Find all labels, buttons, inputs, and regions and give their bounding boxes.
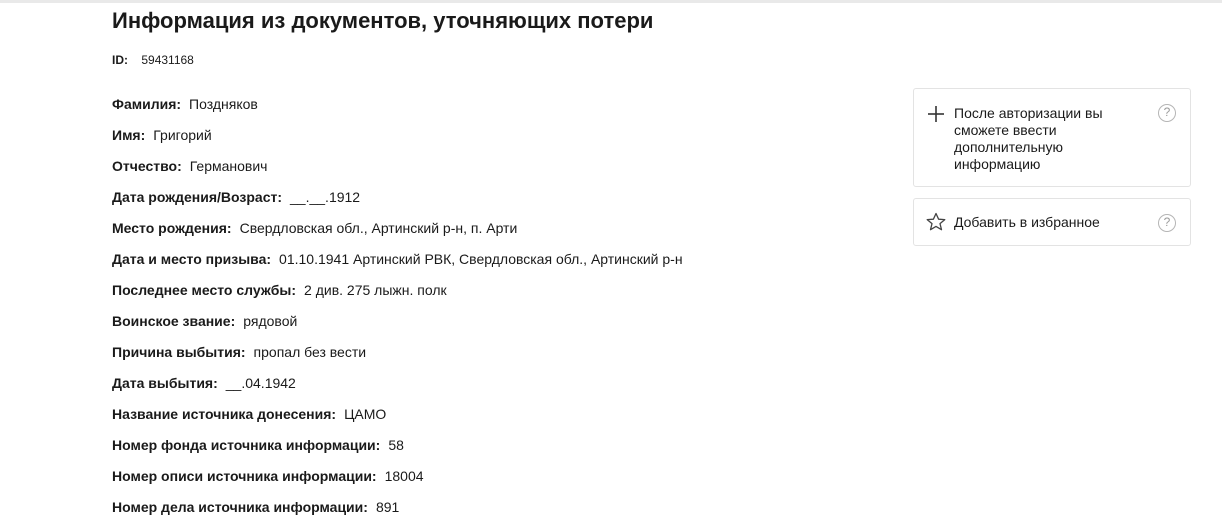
field-value: 2 див. 275 лыжн. полк [304, 282, 447, 298]
field-value: Германович [189, 158, 268, 174]
field-label: Дата рождения/Возраст: [112, 189, 283, 205]
field-value: ЦАМО [344, 406, 387, 422]
field-value: 58 [388, 437, 404, 453]
field-label: Дата и место призыва: [112, 251, 272, 267]
field-surname: Фамилия: Поздняков [112, 93, 683, 124]
field-label: Дата выбытия: [112, 375, 218, 391]
field-rank: Воинское звание: рядовой [112, 310, 683, 341]
field-fund-number: Номер фонда источника информации: 58 [112, 434, 683, 465]
field-value: __.04.1942 [225, 375, 296, 391]
page-title: Информация из документов, уточняющих пот… [112, 8, 654, 33]
field-label: Номер описи источника информации: [112, 468, 377, 484]
field-value: Свердловская обл., Артинский р-н, п. Арт… [239, 220, 518, 236]
field-conscription: Дата и место призыва: 01.10.1941 Артински… [112, 248, 683, 279]
field-value: пропал без вести [253, 344, 367, 360]
question-icon[interactable]: ? [1158, 214, 1176, 232]
field-value: __.__.1912 [290, 189, 361, 205]
field-value: 18004 [384, 468, 424, 484]
field-label: Воинское звание: [112, 313, 236, 329]
field-value: Григорий [153, 127, 212, 143]
record-id: ID: 59431168 [112, 52, 194, 68]
add-to-favorites-label: Добавить в избранное [954, 214, 1100, 230]
field-label: Номер дела источника информации: [112, 499, 368, 515]
record-id-value: 59431168 [141, 53, 194, 67]
field-inventory-number: Номер описи источника информации: 18004 [112, 465, 683, 496]
field-label: Последнее место службы: [112, 282, 297, 298]
add-info-text: После авторизации вы сможете ввести допо… [954, 105, 1103, 172]
record-id-label: ID: [112, 53, 128, 67]
field-patronymic: Отчество: Германович [112, 155, 683, 186]
field-first-name: Имя: Григорий [112, 124, 683, 155]
field-value: Поздняков [189, 96, 258, 112]
field-label: Название источника донесения: [112, 406, 337, 422]
field-label: Причина выбытия: [112, 344, 246, 360]
question-icon[interactable]: ? [1158, 104, 1176, 122]
field-loss-reason: Причина выбытия: пропал без вести [112, 341, 683, 372]
star-icon [926, 212, 946, 232]
field-source-name: Название источника донесения: ЦАМО [112, 403, 683, 434]
field-birth-date: Дата рождения/Возраст: __.__.1912 [112, 186, 683, 217]
field-label: Отчество: [112, 158, 182, 174]
field-label: Место рождения: [112, 220, 232, 236]
field-label: Имя: [112, 127, 146, 143]
field-value: 891 [375, 499, 400, 515]
plus-icon [926, 104, 946, 124]
field-last-service: Последнее место службы: 2 див. 275 лыжн. … [112, 279, 683, 310]
top-divider [0, 0, 1222, 3]
record-fields: Фамилия: Поздняков Имя: Григорий Отчество:… [112, 93, 683, 527]
field-birth-place: Место рождения: Свердловская обл., Артинс… [112, 217, 683, 248]
field-loss-date: Дата выбытия: __.04.1942 [112, 372, 683, 403]
add-info-card[interactable]: После авторизации вы сможете ввести допо… [913, 88, 1191, 187]
field-label: Фамилия: [112, 96, 182, 112]
field-file-number: Номер дела источника информации: 891 [112, 496, 683, 527]
add-to-favorites-button[interactable]: Добавить в избранное ? [913, 198, 1191, 246]
field-value: рядовой [243, 313, 298, 329]
field-value: 01.10.1941 Артинский РВК, Свердловская о… [279, 251, 683, 267]
field-label: Номер фонда источника информации: [112, 437, 381, 453]
